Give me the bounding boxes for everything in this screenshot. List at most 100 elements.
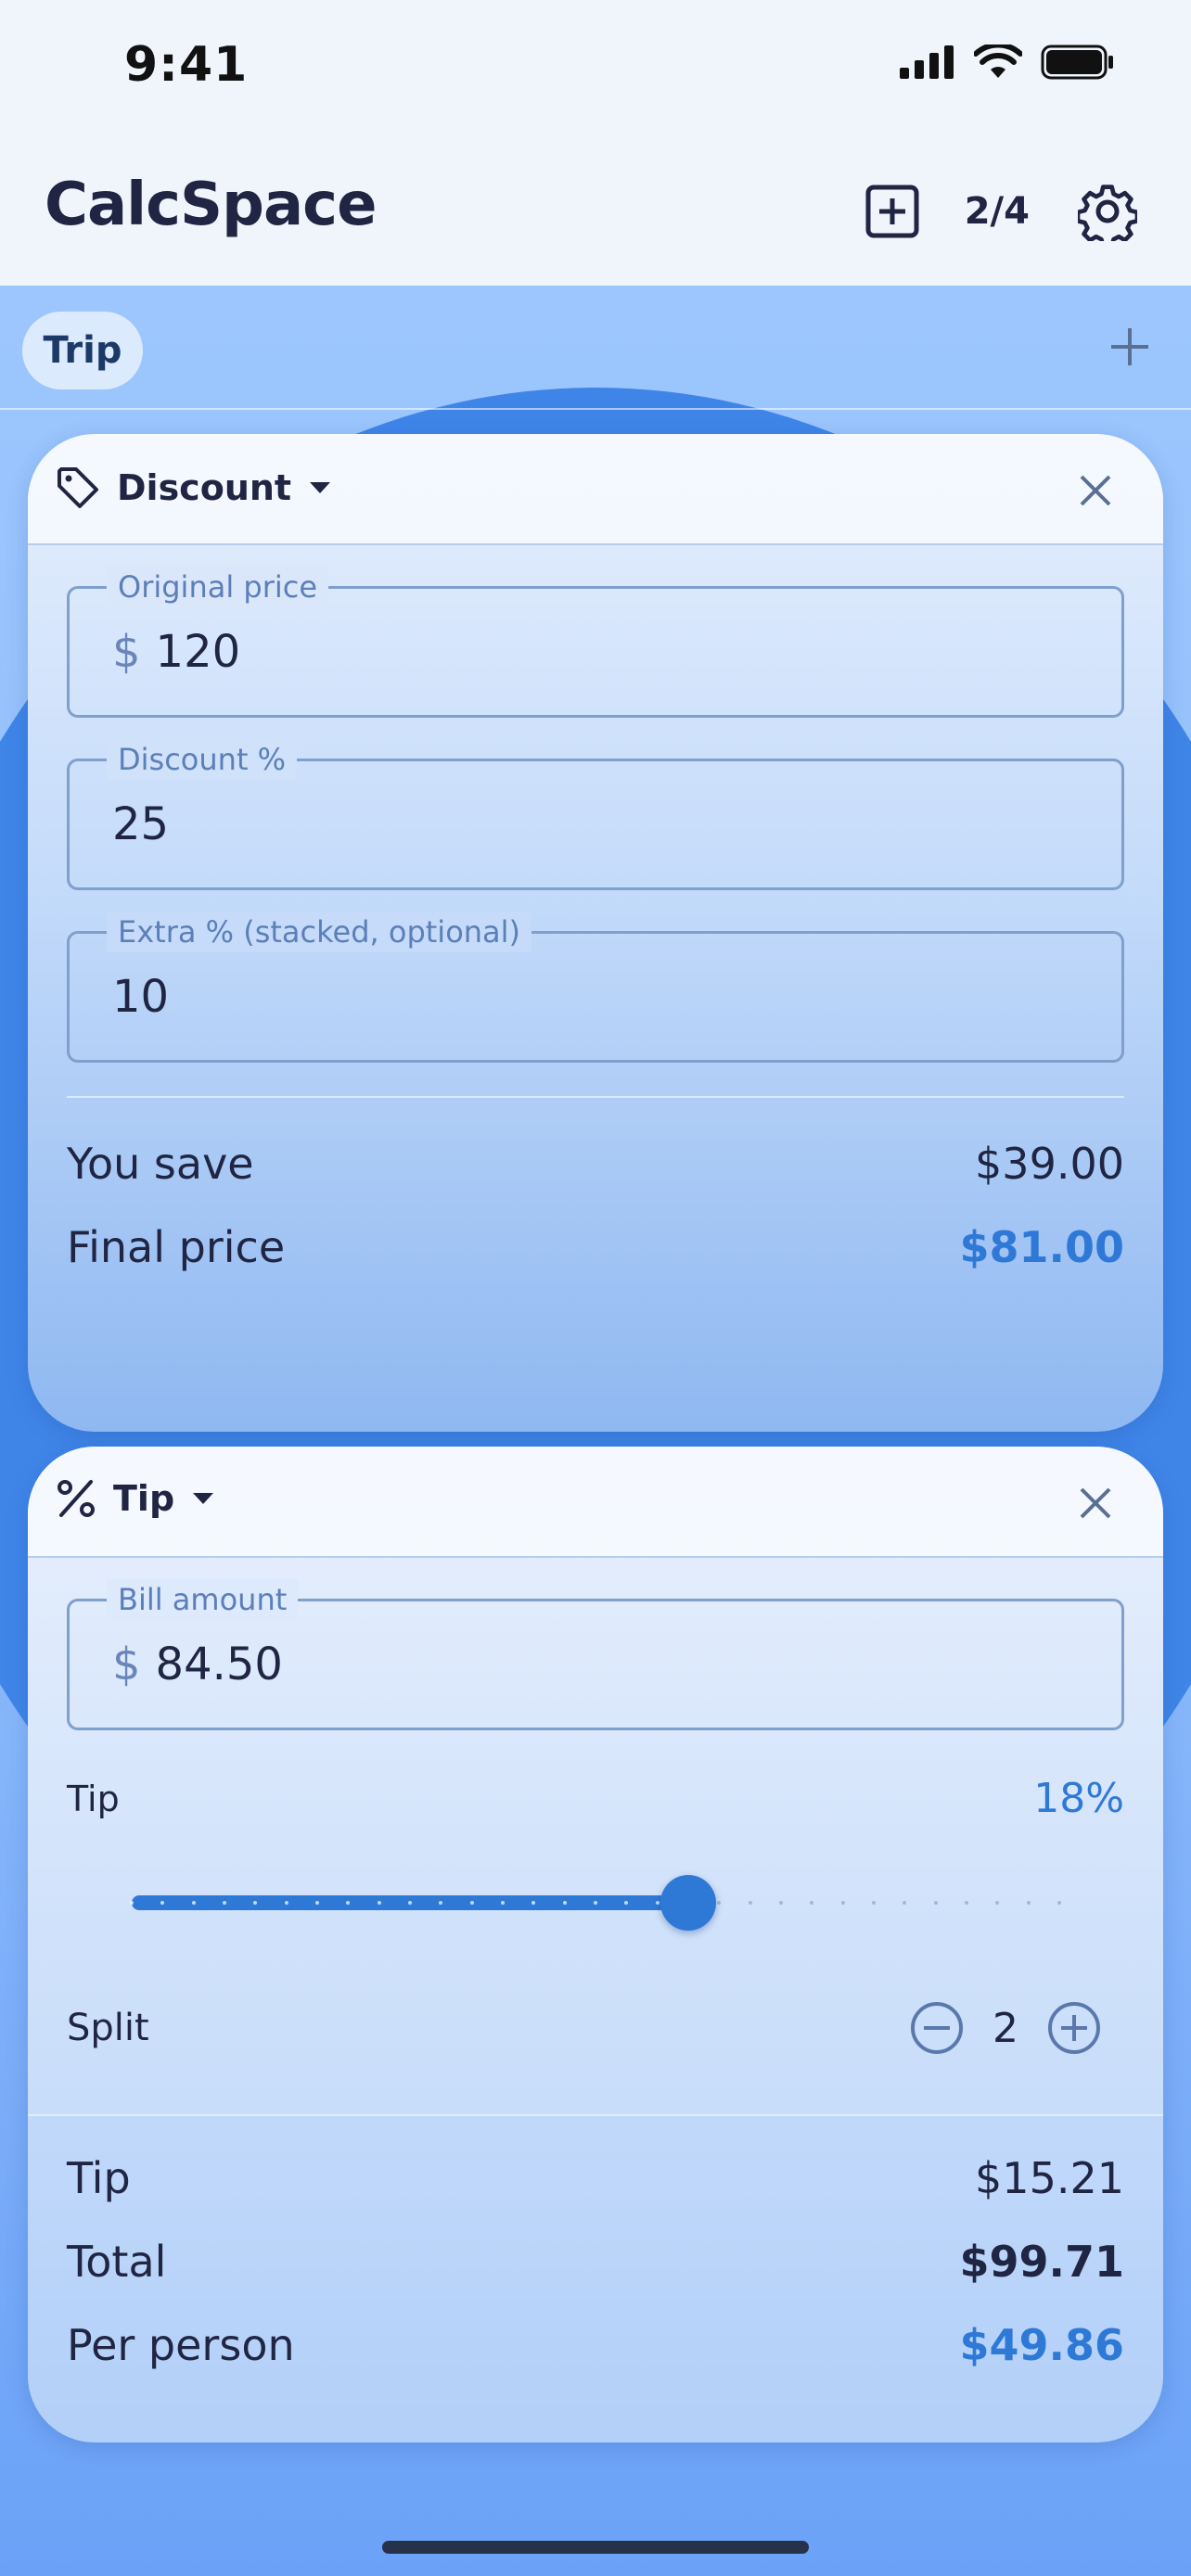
split-value: 2 (992, 2004, 1018, 2052)
slider-tick (655, 1901, 660, 1905)
slider-tick (779, 1901, 783, 1905)
tag-icon (58, 467, 98, 508)
extra-percent-value: 10 (112, 971, 170, 1023)
slider-tick (562, 1901, 567, 1905)
original-price-field[interactable]: Original price $ 120 (67, 567, 1124, 718)
currency-prefix: $ (112, 626, 141, 678)
plus-square-icon (865, 185, 919, 238)
tip-card-header: Tip (28, 1447, 1163, 1558)
extra-percent-value-wrap: 10 (112, 971, 169, 1023)
close-discount-card-button[interactable] (1072, 467, 1119, 514)
cellular-signal-icon (900, 45, 954, 79)
tab-trip[interactable]: Trip (22, 312, 143, 389)
wifi-icon (974, 45, 1022, 78)
calculator-type-selector[interactable]: Discount (56, 465, 332, 510)
total-label: Total (67, 2237, 167, 2287)
discount-percent-field[interactable]: Discount % 25 (67, 739, 1124, 890)
final-price-label: Final price (67, 1222, 286, 1272)
slider-tick (469, 1901, 474, 1905)
status-bar: 9:41 (0, 0, 1191, 139)
split-stepper: 2 (907, 1998, 1104, 2058)
original-price-value: 120 (155, 626, 241, 678)
split-label: Split (67, 2007, 149, 2049)
extra-percent-field[interactable]: Extra % (stacked, optional) 10 (67, 912, 1124, 1063)
app-header: CalcSpace 2/4 (0, 139, 1191, 286)
plus-circle-icon (1048, 2002, 1100, 2054)
app-title: CalcSpace (45, 171, 377, 239)
home-indicator (382, 2541, 809, 2554)
discount-divider (67, 1096, 1124, 1098)
slider-tick (965, 1901, 968, 1905)
slider-tick (1026, 1901, 1031, 1905)
status-time: 9:41 (124, 37, 249, 93)
slider-tick (408, 1901, 412, 1905)
tip-amount-label: Tip (67, 2153, 131, 2203)
bill-amount-field[interactable]: Bill amount $ 84.50 (67, 1579, 1124, 1730)
close-tip-card-button[interactable] (1072, 1480, 1119, 1526)
discount-card-header: Discount (28, 434, 1163, 545)
currency-prefix: $ (112, 1639, 141, 1690)
tip-card: Tip Bill amount $ 84.50 Tip 18% Split 2 … (28, 1447, 1163, 2442)
discount-card: Discount Original price $ 120 Discount % (28, 434, 1163, 1432)
slider-tick (223, 1901, 226, 1905)
slider-tick (284, 1901, 288, 1905)
bill-amount-label: Bill amount (107, 1579, 299, 1620)
discount-card-title: Discount (117, 467, 292, 508)
tip-percent-value: 18% (1033, 1775, 1124, 1822)
per-person-label: Per person (67, 2320, 295, 2370)
settings-button[interactable] (1072, 176, 1143, 247)
caret-down-icon (193, 1493, 214, 1504)
tip-percent-label: Tip (67, 1778, 120, 1819)
final-price-value: $81.00 (959, 1222, 1124, 1272)
header-actions: 2/4 (857, 176, 1143, 247)
original-price-label: Original price (107, 567, 329, 607)
close-icon (1080, 1487, 1111, 1519)
bill-amount-value: 84.50 (155, 1639, 283, 1690)
slider-tick (933, 1901, 938, 1905)
calculator-type-selector[interactable]: Tip (56, 1478, 215, 1519)
tip-amount-row: Tip $15.21 (67, 2153, 1124, 2203)
tip-slider[interactable] (130, 1875, 1061, 1931)
slider-tick (501, 1901, 505, 1905)
plus-icon (1111, 328, 1148, 365)
percent-icon (58, 1480, 95, 1517)
you-save-label: You save (67, 1139, 254, 1189)
slider-tick (1057, 1901, 1061, 1905)
page-indicator[interactable]: 2/4 (965, 190, 1030, 233)
slider-tick (315, 1901, 319, 1905)
tip-percent-row: Tip 18% (67, 1775, 1124, 1822)
split-decrement-button[interactable] (907, 1998, 967, 2058)
discount-percent-label: Discount % (107, 739, 298, 780)
slider-tick (377, 1901, 381, 1905)
original-price-value-wrap: $ 120 (112, 626, 240, 678)
tip-summary-panel: Tip $15.21 Total $99.71 Per person $49.8… (28, 2114, 1163, 2442)
workspace-canvas: Trip Discount Original price $ 120 Disco… (0, 286, 1191, 2576)
split-row: Split 2 (67, 1996, 1124, 2060)
you-save-value: $39.00 (975, 1139, 1124, 1189)
split-increment-button[interactable] (1044, 1998, 1104, 2058)
discount-percent-value: 25 (112, 798, 170, 850)
total-row: Total $99.71 (67, 2237, 1124, 2287)
caret-down-icon (310, 482, 331, 493)
battery-icon (1041, 45, 1113, 80)
add-tab-button[interactable] (1096, 313, 1163, 380)
per-person-value: $49.86 (959, 2320, 1124, 2370)
final-price-row: Final price $81.00 (67, 1222, 1124, 1272)
slider-tick (840, 1901, 845, 1905)
you-save-row: You save $39.00 (67, 1139, 1124, 1189)
minus-circle-icon (911, 2002, 963, 2054)
tab-bar: Trip (0, 286, 1191, 410)
discount-percent-value-wrap: 25 (112, 798, 169, 850)
add-page-button[interactable] (857, 176, 928, 247)
close-icon (1080, 475, 1111, 506)
slider-tick (130, 1901, 134, 1905)
slider-tick (872, 1901, 876, 1905)
gear-icon (1078, 185, 1137, 241)
extra-percent-label: Extra % (stacked, optional) (107, 912, 532, 952)
slider-thumb[interactable] (660, 1875, 716, 1931)
total-value: $99.71 (959, 2237, 1124, 2287)
bill-amount-value-wrap: $ 84.50 (112, 1639, 283, 1690)
per-person-row: Per person $49.86 (67, 2320, 1124, 2370)
slider-tick (191, 1901, 196, 1905)
tip-card-title: Tip (113, 1478, 175, 1519)
